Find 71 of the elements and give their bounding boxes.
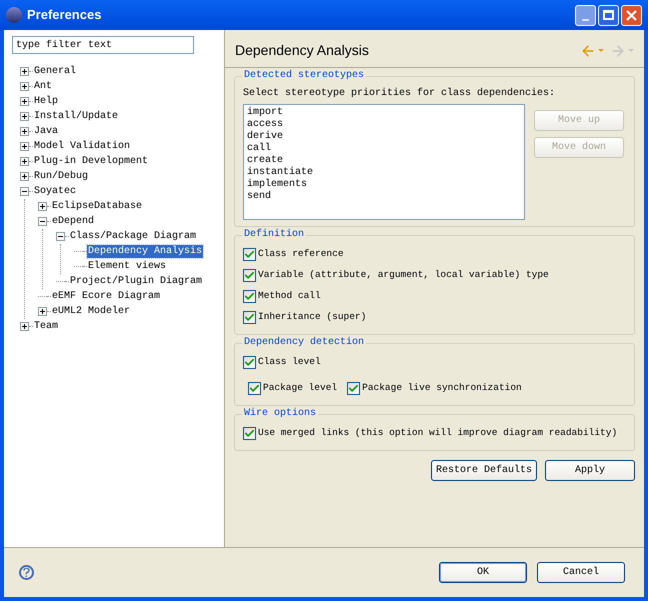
tree-item[interactable]: eUML2 Modeler [51, 305, 132, 318]
checkbox[interactable] [243, 356, 256, 369]
expand-icon[interactable] [20, 82, 29, 91]
tree-item[interactable]: Ant [33, 80, 54, 93]
collapse-icon[interactable] [56, 232, 65, 241]
list-item[interactable]: access [247, 119, 521, 131]
prompt-text: Select stereotype priorities for class dependencies: [243, 87, 556, 100]
checkbox[interactable] [347, 382, 360, 395]
tree-item[interactable]: eEMF Ecore Diagram [51, 290, 162, 303]
help-icon[interactable] [19, 565, 34, 580]
list-item[interactable]: derive [247, 131, 521, 143]
tree-item[interactable]: EclipseDatabase [51, 200, 144, 213]
tree-item[interactable]: Java [33, 125, 60, 138]
expand-icon[interactable] [20, 322, 29, 331]
tree-item[interactable]: Help [33, 95, 60, 108]
expand-icon[interactable] [38, 307, 47, 316]
expand-icon[interactable] [20, 67, 29, 76]
checkbox[interactable] [243, 427, 256, 440]
option-label: Package level [263, 381, 338, 396]
tree-item[interactable]: Class/Package Diagram [69, 230, 198, 243]
list-item[interactable]: implements [247, 179, 521, 191]
collapse-icon[interactable] [20, 187, 29, 196]
expand-icon[interactable] [38, 202, 47, 211]
tree-item[interactable]: General [33, 65, 78, 78]
action-button[interactable]: Apply [545, 460, 635, 481]
option-label: Class reference [258, 247, 344, 262]
list-item[interactable]: send [247, 191, 521, 203]
expand-icon[interactable] [20, 157, 29, 166]
page-title: Dependency Analysis [235, 41, 369, 60]
option-label: Method call [258, 289, 321, 304]
tree-item[interactable]: Team [33, 320, 60, 333]
close-button[interactable] [621, 4, 642, 26]
tree-item[interactable]: Dependency Analysis [87, 245, 204, 258]
minimize-button[interactable] [575, 4, 596, 26]
dialog-button[interactable]: Cancel [537, 562, 625, 583]
expand-icon[interactable] [20, 97, 29, 106]
option-label: Package live synchronization [362, 381, 522, 396]
stereotype-list[interactable]: import access derive call create instantiate implements send [243, 104, 525, 220]
list-item[interactable]: create [247, 155, 521, 167]
tree-item[interactable]: Project/Plugin Diagram [69, 275, 204, 288]
action-button[interactable]: Restore Defaults [431, 460, 537, 481]
tree-item[interactable]: Soyatec [33, 185, 78, 198]
checkbox[interactable] [243, 311, 256, 324]
checkbox[interactable] [243, 290, 256, 303]
window-title: Preferences [27, 6, 102, 24]
dialog-button[interactable]: OK [439, 562, 527, 583]
option-label: Inheritance (super) [258, 310, 366, 324]
tree-item[interactable]: eDepend [51, 215, 96, 228]
checkbox[interactable] [248, 382, 261, 395]
expand-icon[interactable] [20, 112, 29, 121]
close-icon [626, 10, 637, 20]
collapse-icon[interactable] [38, 217, 47, 226]
option-label: Variable (attribute, argument, local variable) type [258, 268, 549, 282]
list-item[interactable]: call [247, 143, 521, 155]
tree-item[interactable]: Plug-in Development [33, 155, 150, 168]
list-item[interactable]: instantiate [247, 167, 521, 179]
checkbox[interactable] [243, 269, 256, 282]
expand-icon[interactable] [20, 142, 29, 151]
app-icon [6, 7, 22, 23]
list-item[interactable]: import [247, 107, 521, 119]
tree-item[interactable]: Run/Debug [33, 170, 90, 183]
option-label: Class level [258, 355, 321, 370]
option-label: Use merged links (this option will improve diagram readability) [258, 426, 618, 440]
tree-item[interactable]: Install/Update [33, 110, 120, 123]
tree-item[interactable]: Element views [87, 260, 168, 273]
filter-field[interactable]: type filter text [12, 36, 194, 54]
tree-item[interactable]: Model Validation [33, 140, 132, 153]
expand-icon[interactable] [20, 127, 29, 136]
checkbox[interactable] [243, 248, 256, 261]
expand-icon[interactable] [20, 172, 29, 181]
maximize-button[interactable] [598, 4, 619, 26]
